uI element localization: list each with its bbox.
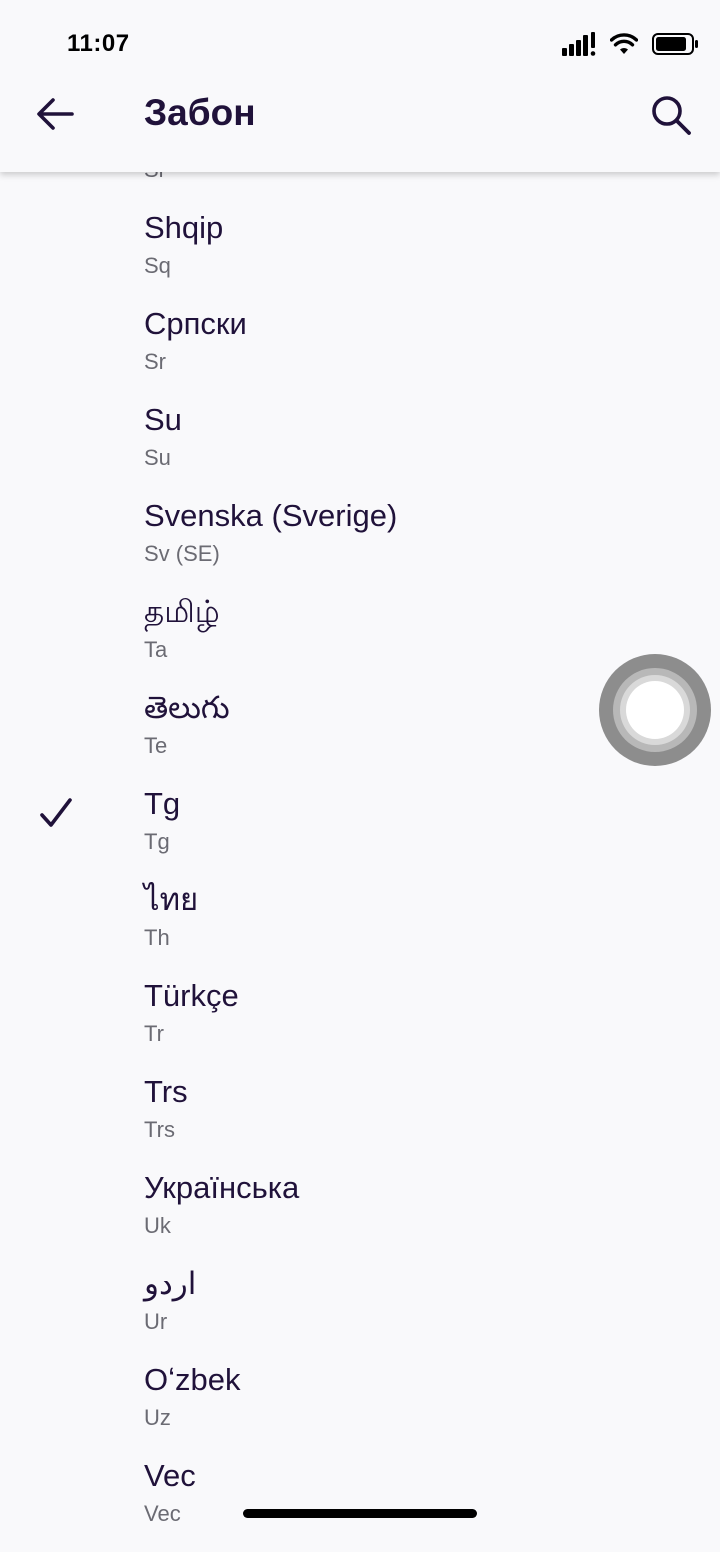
language-name: తెలుగు — [144, 690, 230, 725]
language-code: Tg — [144, 829, 170, 854]
language-list-item[interactable]: اردو Ur — [0, 1264, 720, 1360]
language-name: Türkçe — [144, 978, 239, 1013]
language-list-item[interactable]: Oʻzbek Uz — [0, 1360, 720, 1456]
language-list-item[interactable]: Trs Trs — [0, 1072, 720, 1168]
language-name: Tg — [144, 786, 181, 821]
language-name: Trs — [144, 1074, 188, 1109]
home-indicator[interactable] — [243, 1509, 477, 1518]
language-name: Su — [144, 402, 182, 437]
page-title: Забон — [144, 92, 256, 133]
status-bar: 11:07 — [0, 0, 720, 88]
language-list-item[interactable]: Shqip Sq — [0, 208, 720, 304]
language-code: Ta — [144, 637, 168, 662]
language-list-item[interactable]: Українська Uk — [0, 1168, 720, 1264]
language-name: Shqip — [144, 210, 224, 245]
language-code: Vec — [144, 1501, 181, 1526]
language-name: اردو — [144, 1266, 197, 1301]
language-code: Sq — [144, 253, 171, 278]
language-code: Th — [144, 925, 170, 950]
cellular-signal-icon — [562, 32, 596, 56]
language-list-item[interactable]: Tg Tg — [0, 784, 720, 880]
language-code: Ur — [144, 1309, 168, 1334]
language-name: Српски — [144, 306, 247, 341]
language-list-item[interactable]: Српски Sr — [0, 304, 720, 400]
language-code: Uk — [144, 1213, 171, 1238]
status-icons — [562, 30, 700, 58]
language-name: ไทย — [144, 882, 199, 917]
language-list-item[interactable]: Türkçe Tr — [0, 976, 720, 1072]
language-name: தமிழ் — [144, 594, 220, 629]
language-list-item[interactable]: Svenska (Sverige) Sv (SE) — [0, 496, 720, 592]
wifi-icon — [610, 33, 638, 55]
language-list-item[interactable]: Vec Vec — [0, 1456, 720, 1552]
back-button[interactable] — [30, 94, 80, 138]
assistive-touch-button[interactable] — [599, 654, 711, 766]
language-code: Te — [144, 733, 168, 758]
language-code: Trs — [144, 1117, 175, 1142]
language-name: Українська — [144, 1170, 300, 1205]
arrow-left-icon — [36, 97, 74, 136]
language-name: Oʻzbek — [144, 1362, 241, 1397]
language-code: Uz — [144, 1405, 171, 1430]
search-button[interactable] — [646, 92, 696, 142]
language-list-item[interactable]: Su Su — [0, 400, 720, 496]
search-icon — [650, 94, 692, 141]
language-code: Su — [144, 445, 171, 470]
language-code: Tr — [144, 1021, 164, 1046]
check-icon — [38, 796, 74, 832]
language-name: Svenska (Sverige) — [144, 498, 398, 533]
language-name: Vec — [144, 1458, 196, 1493]
status-time: 11:07 — [67, 30, 130, 57]
language-code: Sv (SE) — [144, 541, 220, 566]
language-code: Sr — [144, 349, 166, 374]
language-list-item[interactable]: ไทย Th — [0, 880, 720, 976]
battery-icon — [652, 33, 700, 55]
